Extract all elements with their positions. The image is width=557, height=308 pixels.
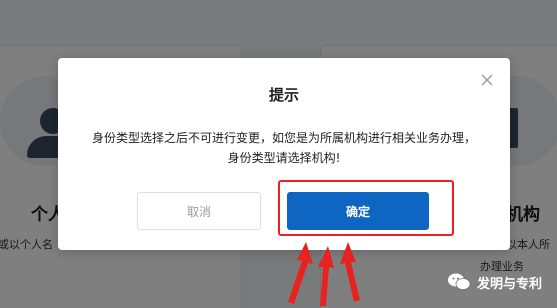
wechat-icon — [448, 273, 471, 290]
close-button[interactable] — [478, 71, 496, 89]
arrow-icon — [340, 242, 360, 302]
dialog-title: 提示 — [268, 86, 299, 104]
arrow-icon — [288, 242, 313, 304]
dialog-message: 身份类型选择之后不可进行变更，如您是为所属机构进行相关业务办理， 身份类型请选择… — [72, 128, 496, 168]
annotation-arrows — [288, 242, 360, 306]
dialog-message-line2: 身份类型请选择机构! — [227, 151, 341, 165]
dialog-message-line1: 身份类型选择之后不可进行变更，如您是为所属机构进行相关业务办理， — [91, 131, 476, 145]
cancel-button[interactable]: 取消 — [137, 192, 261, 230]
close-icon — [481, 74, 493, 86]
arrow-icon — [318, 246, 334, 306]
watermark: 发明与专利 — [447, 272, 542, 292]
watermark-text: 发明与专利 — [477, 276, 543, 292]
annotation-highlight-box — [278, 180, 454, 236]
